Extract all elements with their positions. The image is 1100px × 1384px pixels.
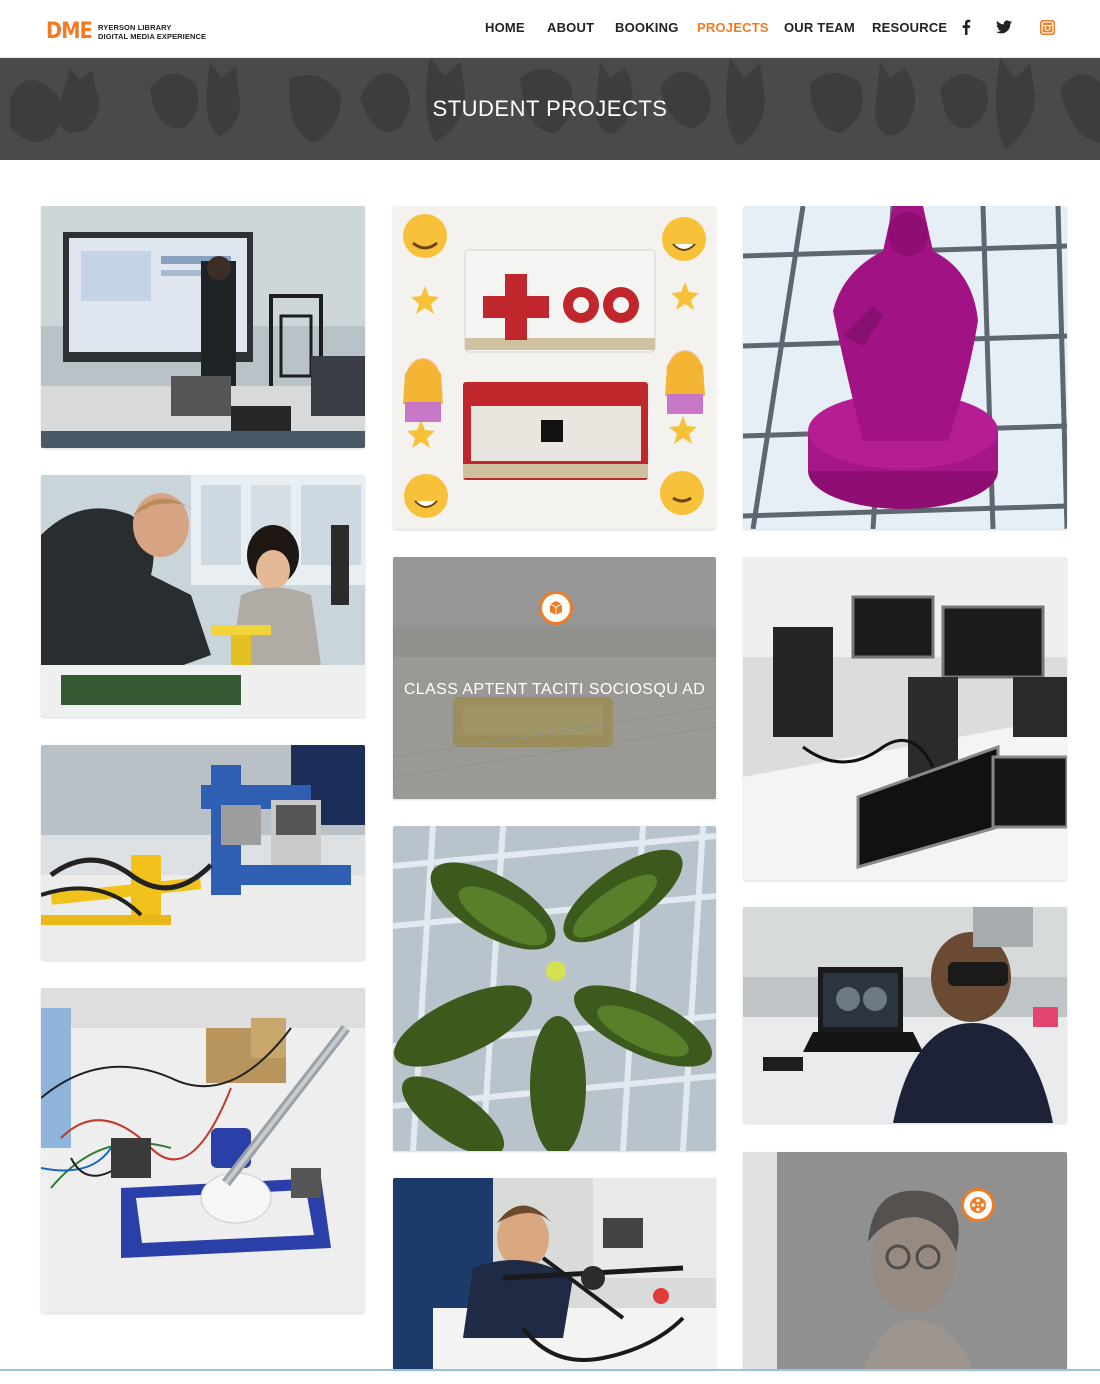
screen-workstation-photo [41, 206, 365, 448]
logo-line-1: RYERSON LIBRARY [98, 23, 172, 32]
makey-makey-boards-photo [393, 206, 716, 529]
site-header: DME RYERSON LIBRARY DIGITAL MEDIA EXPERI… [0, 0, 1100, 58]
project-tile-3d-figure[interactable] [743, 206, 1067, 529]
3d-printed-figure-photo [743, 206, 1067, 529]
project-tile-monitors[interactable] [743, 557, 1067, 880]
twitter-icon[interactable] [996, 19, 1012, 35]
project-tile-vr-user[interactable] [743, 907, 1067, 1123]
plant-leaves-photo [393, 826, 716, 1151]
page-title: STUDENT PROJECTS [432, 96, 668, 121]
logo-line-2: DIGITAL MEDIA EXPERIENCE [98, 32, 207, 41]
project-tile-students-soldering[interactable] [41, 475, 365, 717]
featured-project-title: CLASS APTENT TACITI SOCIOSQU AD [403, 681, 706, 698]
project-tile-plant[interactable] [393, 826, 716, 1151]
logo-text: RYERSON LIBRARY DIGITAL MEDIA EXPERIENCE [98, 23, 206, 41]
project-tile-featured[interactable]: CLASS APTENT TACITI SOCIOSQU AD [393, 557, 716, 799]
project-tile-makey-makey[interactable] [393, 206, 716, 529]
nav-booking[interactable]: BOOKING [615, 20, 679, 35]
logo-mark: DME [46, 19, 93, 44]
project-tile-drawing-robot[interactable] [41, 988, 365, 1313]
project-tile-lego-robotics[interactable] [41, 745, 365, 960]
vr-headset-user-photo [743, 907, 1067, 1123]
instagram-icon[interactable] [1039, 19, 1055, 35]
nav-about[interactable]: ABOUT [547, 20, 594, 35]
project-tile-screen-workstation[interactable] [41, 206, 365, 448]
page-banner: STUDENT PROJECTS [0, 58, 1100, 160]
nav-resource[interactable]: RESOURCE [872, 20, 947, 35]
nav-home[interactable]: HOME [485, 20, 525, 35]
project-tile-portrait[interactable] [743, 1152, 1067, 1370]
nav-our-team[interactable]: OUR TEAM [784, 20, 855, 35]
computer-monitors-photo [743, 557, 1067, 880]
film-reel-icon [961, 1188, 995, 1222]
facebook-icon[interactable] [958, 19, 974, 35]
project-tile-drone[interactable] [393, 1178, 716, 1370]
students-soldering-photo [41, 475, 365, 717]
drone-build-photo [393, 1178, 716, 1370]
portrait-overlay [777, 1152, 1067, 1370]
page-bottom-border [0, 1369, 1100, 1371]
site-logo[interactable]: DME RYERSON LIBRARY DIGITAL MEDIA EXPERI… [46, 20, 206, 44]
lego-robotics-photo [41, 745, 365, 960]
nav-projects[interactable]: PROJECTS [697, 20, 769, 35]
drawing-robot-photo [41, 988, 365, 1313]
cube-icon [539, 591, 573, 625]
